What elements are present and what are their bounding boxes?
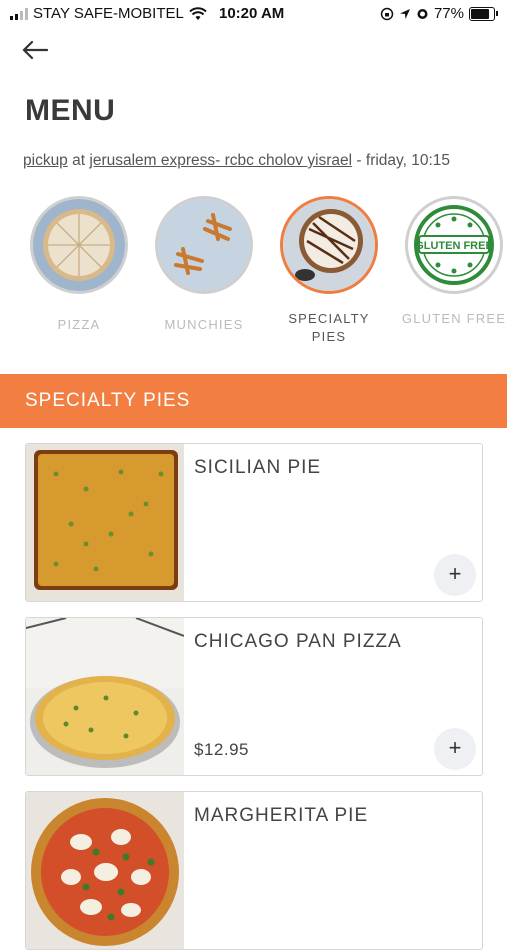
category-label: GLUTEN FREE [401,311,507,326]
item-name: CHICAGO PAN PIZZA [194,631,402,652]
order-info: pickup at jerusalem express- rcbc cholov… [23,152,507,170]
order-at-label: at [72,152,86,169]
category-label: PIZZA [57,317,101,332]
order-time-label: - friday, 10:15 [356,152,451,169]
pizza-image [30,196,128,294]
gluten-free-badge-text: GLUTEN FREE [415,240,493,252]
order-mode-link[interactable]: pickup [23,152,68,169]
menu-item-card[interactable]: SICILIAN PIE + [25,443,483,602]
gluten-free-badge-image: GLUTEN FREE [405,196,503,294]
add-to-cart-button[interactable]: + [434,554,476,596]
item-price: $12.95 [194,740,249,759]
item-name: MARGHERITA PIE [194,805,369,826]
category-munchies[interactable]: MUNCHIES [149,196,259,334]
back-arrow-icon [22,40,49,60]
category-label: MUNCHIES [164,317,244,332]
category-gluten-free[interactable]: GLUTEN FREE GLUTEN FREE [399,196,507,328]
item-image [26,618,185,775]
location-icon [399,8,410,19]
category-pizza[interactable]: PIZZA [24,196,134,334]
item-image [26,444,184,601]
category-label: SPECIALTY PIES [288,311,370,344]
signal-icon [10,7,28,20]
category-specialty-pies[interactable]: SPECIALTY PIES [274,196,384,346]
alarm-icon [417,9,428,19]
wifi-icon [189,6,207,20]
category-carousel[interactable]: PIZZA MUNCHIES SPECIALTY PIES GLUTEN FRE… [0,196,507,356]
status-bar: STAY SAFE-MOBITEL 10:20 AM 77% [0,0,507,28]
carrier-label: STAY SAFE-MOBITEL [33,5,184,22]
orientation-lock-icon [380,7,394,20]
back-button[interactable] [22,36,54,66]
munchies-image [155,196,253,294]
specialty-pies-image [280,196,378,294]
add-to-cart-button[interactable]: + [434,728,476,770]
page-title: MENU [25,94,116,127]
section-header: SPECIALTY PIES [0,374,507,428]
menu-item-card[interactable]: CHICAGO PAN PIZZA $12.95 + [25,617,483,776]
battery-icon [469,6,498,21]
section-title: SPECIALTY PIES [25,390,191,411]
order-location-link[interactable]: jerusalem express- rcbc cholov yisrael [89,152,352,169]
item-image [26,792,184,949]
item-name: SICILIAN PIE [194,457,322,478]
battery-percent: 77% [433,5,464,22]
status-time: 10:20 AM [219,5,285,22]
menu-item-card[interactable]: MARGHERITA PIE [25,791,483,950]
battery-level [471,8,490,19]
